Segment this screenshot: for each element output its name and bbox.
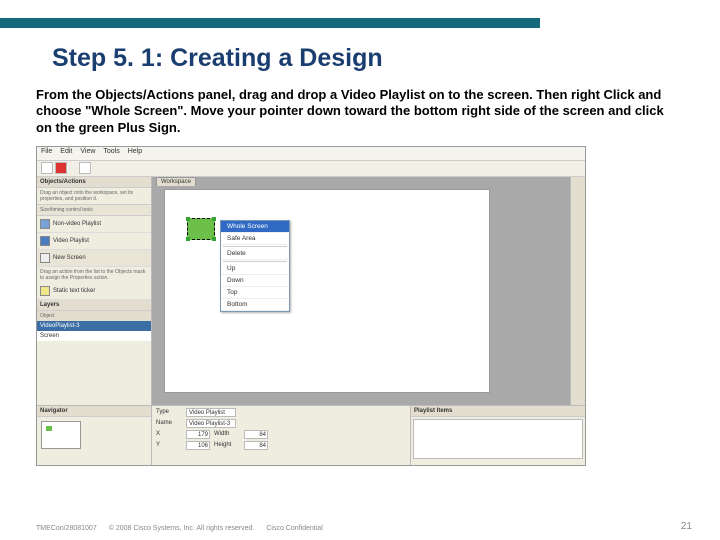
toolbar [37,161,585,177]
playlist-icon [40,219,50,229]
prop-label: X [156,431,182,437]
properties-panel: TypeVideo Playlist NameVideo Playlist-3 … [152,406,410,465]
object-video[interactable]: Video Playlist [37,233,151,250]
header-rule [0,18,540,28]
toolbar-button[interactable] [55,162,67,174]
prop-label: Name [156,420,182,426]
prop-label: Width [214,431,240,437]
workspace-tab[interactable]: Workspace [156,177,196,186]
toolbar-button[interactable] [79,162,91,174]
playlist-header: Playlist Items [411,406,585,417]
prop-name[interactable]: Video Playlist-3 [186,419,236,428]
layers-col: Object [37,311,151,321]
prop-x[interactable]: 179 [186,430,210,439]
sub-header: Size/timing control tools [37,204,151,216]
navigator-panel: Navigator [37,406,152,465]
ctx-safe-area[interactable]: Safe Area [221,233,289,245]
navigator-header: Navigator [37,406,151,417]
sidebar: Objects/Actions Drag an object onto the … [37,177,152,405]
slide-content: Step 5. 1: Creating a Design From the Ob… [36,44,680,466]
right-gutter [570,177,585,405]
menu-view[interactable]: View [80,148,95,159]
ctx-delete[interactable]: Delete [221,248,289,260]
context-menu: Whole Screen Safe Area Delete Up Down To… [220,220,290,312]
slide-title: Step 5. 1: Creating a Design [52,44,680,73]
prop-y[interactable]: 106 [186,441,210,450]
footer-confidential: Cisco Confidential [266,525,322,532]
toolbar-button[interactable] [41,162,53,174]
layer-row[interactable]: VideoPlaylist-3 [37,321,151,331]
footer: TMECon/28081007 © 2008 Cisco Systems, In… [36,521,692,532]
ctx-top[interactable]: Top [221,287,289,299]
actions-hint: Drag an action from the list to the Obje… [37,267,151,283]
menu-file[interactable]: File [41,148,52,159]
ticker-icon [40,286,50,296]
navigator-thumb[interactable] [41,421,81,449]
prop-label: Type [156,409,182,415]
prop-type: Video Playlist [186,408,236,417]
menu-bar: File Edit View Tools Help [37,147,585,161]
separator [223,246,287,247]
object-nonvideo[interactable]: Non-video Playlist [37,216,151,233]
resize-handle[interactable] [186,237,190,241]
page-number: 21 [681,521,692,532]
menu-help[interactable]: Help [128,148,142,159]
resize-handle[interactable] [212,237,216,241]
menu-tools[interactable]: Tools [103,148,119,159]
footer-ref: TMECon/28081007 [36,525,97,532]
ctx-bottom[interactable]: Bottom [221,299,289,311]
new-screen[interactable]: New Screen [37,250,151,267]
prop-label: Height [214,442,240,448]
screen-icon [40,253,50,263]
resize-handle[interactable] [212,217,216,221]
menu-edit[interactable]: Edit [60,148,72,159]
playlist-panel: Playlist Items [410,406,585,465]
slide-body: From the Objects/Actions panel, drag and… [36,87,680,136]
ctx-down[interactable]: Down [221,275,289,287]
ctx-whole-screen[interactable]: Whole Screen [221,221,289,233]
footer-copyright: © 2008 Cisco Systems, Inc. All rights re… [109,525,255,532]
separator [223,261,287,262]
playlist-icon [40,236,50,246]
prop-h[interactable]: 84 [244,441,268,450]
resize-handle[interactable] [186,217,190,221]
ctx-up[interactable]: Up [221,263,289,275]
layers-panel: Layers Object VideoPlaylist-3 Screen [37,300,151,405]
ticker-item[interactable]: Static text ticker [37,283,151,300]
objects-header: Objects/Actions [37,177,151,188]
playlist-list[interactable] [413,419,583,459]
selected-object[interactable] [187,218,215,240]
canvas[interactable]: Whole Screen Safe Area Delete Up Down To… [164,189,490,393]
objects-hint: Drag an object onto the workspace, set i… [37,188,151,204]
prop-label: Y [156,442,182,448]
prop-w[interactable]: 84 [244,430,268,439]
layers-header: Layers [37,300,151,311]
layer-row[interactable]: Screen [37,331,151,341]
workspace: Workspace Whole Screen Safe Area Delete [152,177,570,405]
bottom-panels: Navigator Type Video Playlist Name Video P… [37,405,585,465]
app-screenshot: File Edit View Tools Help Objects/Action… [36,146,586,466]
